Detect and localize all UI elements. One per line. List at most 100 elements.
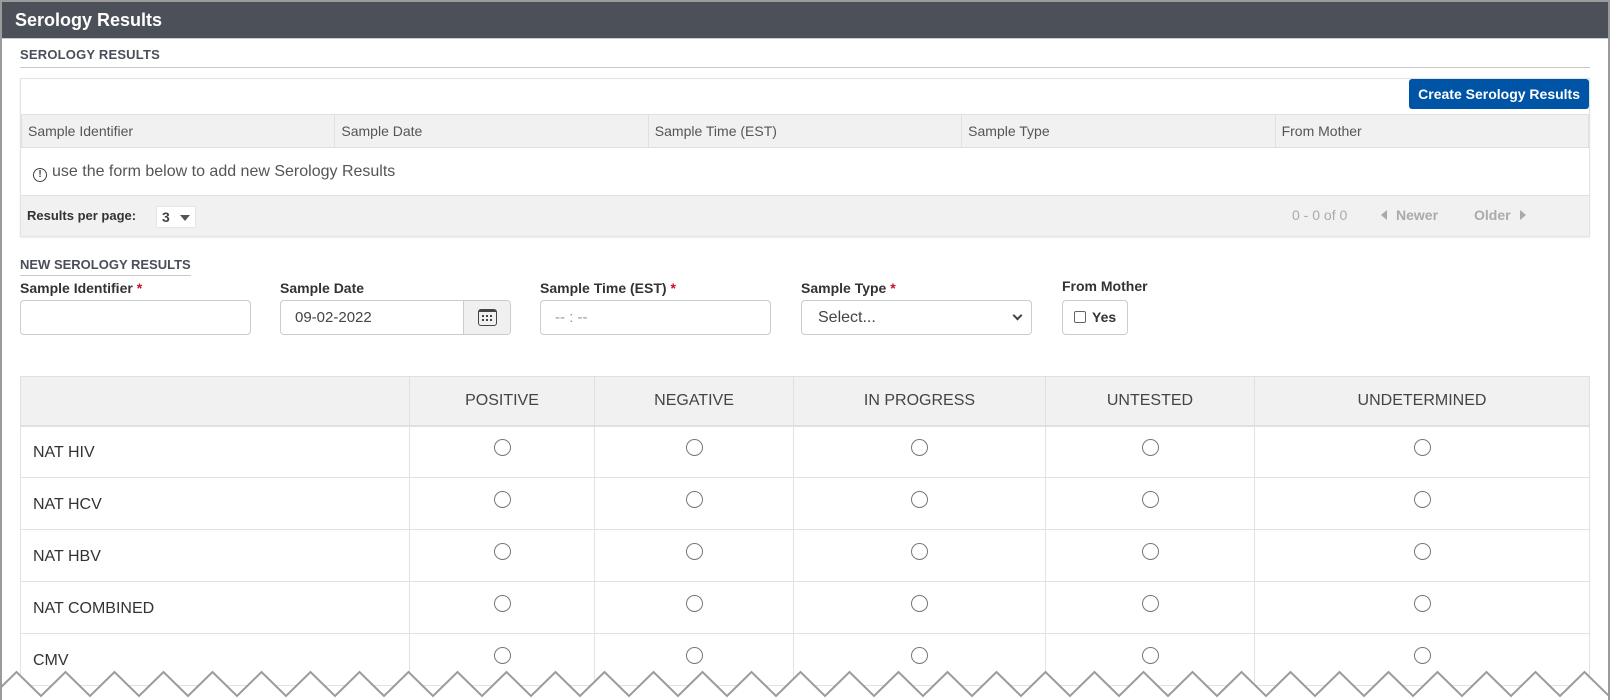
result-radio-negative[interactable] (685, 490, 703, 508)
grid-header-negative: NEGATIVE (594, 376, 794, 427)
list-header-row: Sample Identifier Sample Date Sample Tim… (20, 114, 1590, 148)
grid-header-row: POSITIVE NEGATIVE IN PROGRESS UNTESTED U… (20, 376, 1590, 427)
result-radio-negative[interactable] (685, 438, 703, 456)
window-title: Serology Results (2, 2, 1608, 39)
results-per-page-label: Results per page: (27, 208, 137, 223)
sample-identifier-field: Sample Identifier * (20, 280, 251, 335)
grid-cell (1254, 425, 1590, 478)
result-radio-negative[interactable] (685, 646, 703, 664)
result-radio-undetermined[interactable] (1413, 542, 1431, 560)
grid-header-test (20, 376, 410, 427)
info-circle-icon: ! (33, 168, 47, 182)
grid-cell (1254, 529, 1590, 582)
sample-type-label: Sample Type * (801, 280, 896, 296)
newer-button[interactable]: Newer (1381, 207, 1438, 223)
grid-cell (594, 477, 794, 530)
grid-cell (1045, 529, 1255, 582)
empty-message-row: ! use the form below to add new Serology … (21, 148, 1589, 196)
results-per-page-select[interactable]: 3 (156, 206, 196, 228)
result-radio-positive[interactable] (493, 542, 511, 560)
from-mother-field: From Mother Yes (1062, 278, 1148, 335)
grid-cell (1254, 477, 1590, 530)
pagination-range: 0 - 0 of 0 (1292, 207, 1348, 223)
required-marker: * (890, 280, 896, 296)
result-radio-untested[interactable] (1141, 438, 1159, 456)
result-radio-undetermined[interactable] (1413, 594, 1431, 612)
sample-date-input[interactable]: 09-02-2022 (280, 300, 511, 335)
grid-cell (409, 477, 595, 530)
sample-identifier-input[interactable] (20, 300, 251, 335)
sample-type-select[interactable]: Select... (801, 300, 1032, 335)
result-radio-positive[interactable] (493, 646, 511, 664)
result-radio-negative[interactable] (685, 594, 703, 612)
sample-identifier-label: Sample Identifier * (20, 280, 143, 296)
result-radio-undetermined[interactable] (1413, 438, 1431, 456)
older-label: Older (1474, 207, 1511, 223)
result-radio-positive[interactable] (493, 438, 511, 456)
older-button[interactable]: Older (1474, 207, 1526, 223)
main-content: SEROLOGY RESULTS Create Serology Results… (2, 47, 1608, 686)
from-mother-option-label: Yes (1092, 309, 1117, 325)
result-radio-positive[interactable] (493, 594, 511, 612)
sample-type-field: Sample Type * Select... (801, 280, 1032, 335)
grid-row-label: NAT HCV (20, 477, 410, 530)
result-radio-untested[interactable] (1141, 542, 1159, 560)
grid-cell (1045, 477, 1255, 530)
create-serology-results-button[interactable]: Create Serology Results (1409, 79, 1589, 109)
grid-header-in-progress: IN PROGRESS (793, 376, 1046, 427)
sample-time-label: Sample Time (EST) * (540, 280, 676, 296)
grid-cell (793, 477, 1046, 530)
column-header-from-mother[interactable]: From Mother (1274, 114, 1590, 148)
result-radio-in-progress[interactable] (911, 490, 928, 508)
date-picker-button[interactable] (463, 301, 510, 334)
result-radio-in-progress[interactable] (911, 594, 928, 612)
result-radio-undetermined[interactable] (1413, 490, 1431, 508)
grid-cell (409, 425, 595, 478)
new-serology-results-title: NEW SEROLOGY RESULTS (20, 257, 191, 276)
page-frame: Serology Results SEROLOGY RESULTS Create… (0, 0, 1610, 700)
result-radio-negative[interactable] (685, 542, 703, 560)
grid-row-label: NAT HBV (20, 529, 410, 582)
grid-header-undetermined: UNDETERMINED (1254, 376, 1590, 427)
grid-cell (594, 581, 794, 634)
grid-row: NAT HCV (20, 477, 1590, 530)
sample-time-input[interactable]: -- : -- (540, 300, 771, 335)
from-mother-checkbox[interactable]: Yes (1062, 300, 1128, 335)
new-result-form: Sample Identifier * Sample Date 09-02-20… (20, 278, 1590, 370)
grid-cell (594, 425, 794, 478)
column-header-sample-time[interactable]: Sample Time (EST) (647, 114, 963, 148)
grid-row-label: NAT COMBINED (20, 581, 410, 634)
result-radio-untested[interactable] (1141, 490, 1159, 508)
grid-header-untested: UNTESTED (1045, 376, 1255, 427)
column-header-sample-type[interactable]: Sample Type (961, 114, 1276, 148)
result-radio-in-progress[interactable] (911, 646, 928, 664)
column-header-sample-date[interactable]: Sample Date (334, 114, 649, 148)
grid-cell (793, 425, 1046, 478)
result-radio-undetermined[interactable] (1413, 646, 1431, 664)
result-radio-untested[interactable] (1141, 646, 1159, 664)
required-marker: * (670, 280, 676, 296)
results-per-page-value: 3 (162, 209, 170, 225)
sample-time-field: Sample Time (EST) * -- : -- (540, 280, 771, 335)
results-list-card: Create Serology Results Sample Identifie… (20, 78, 1590, 237)
sample-date-field: Sample Date 09-02-2022 (280, 280, 511, 335)
from-mother-label: From Mother (1062, 278, 1148, 294)
grid-cell (1045, 581, 1255, 634)
grid-cell (793, 581, 1046, 634)
grid-row: NAT HBV (20, 529, 1590, 582)
card-toolbar: Create Serology Results (21, 79, 1589, 114)
grid-cell (409, 529, 595, 582)
pagination-bar: Results per page: 3 0 - 0 of 0 Newer Old… (21, 196, 1589, 236)
result-radio-in-progress[interactable] (911, 542, 928, 560)
results-grid-body: NAT HIV NAT HCV NAT HBV NAT COMBINED CMV (20, 425, 1590, 686)
caret-left-icon (1381, 210, 1387, 220)
result-radio-in-progress[interactable] (911, 438, 928, 456)
grid-header-positive: POSITIVE (409, 376, 595, 427)
result-radio-untested[interactable] (1141, 594, 1159, 612)
results-list-table: Sample Identifier Sample Date Sample Tim… (20, 114, 1590, 148)
grid-cell (793, 529, 1046, 582)
newer-label: Newer (1396, 207, 1439, 223)
result-radio-positive[interactable] (493, 490, 511, 508)
column-header-sample-identifier[interactable]: Sample Identifier (20, 114, 336, 148)
empty-message: use the form below to add new Serology R… (52, 163, 396, 180)
